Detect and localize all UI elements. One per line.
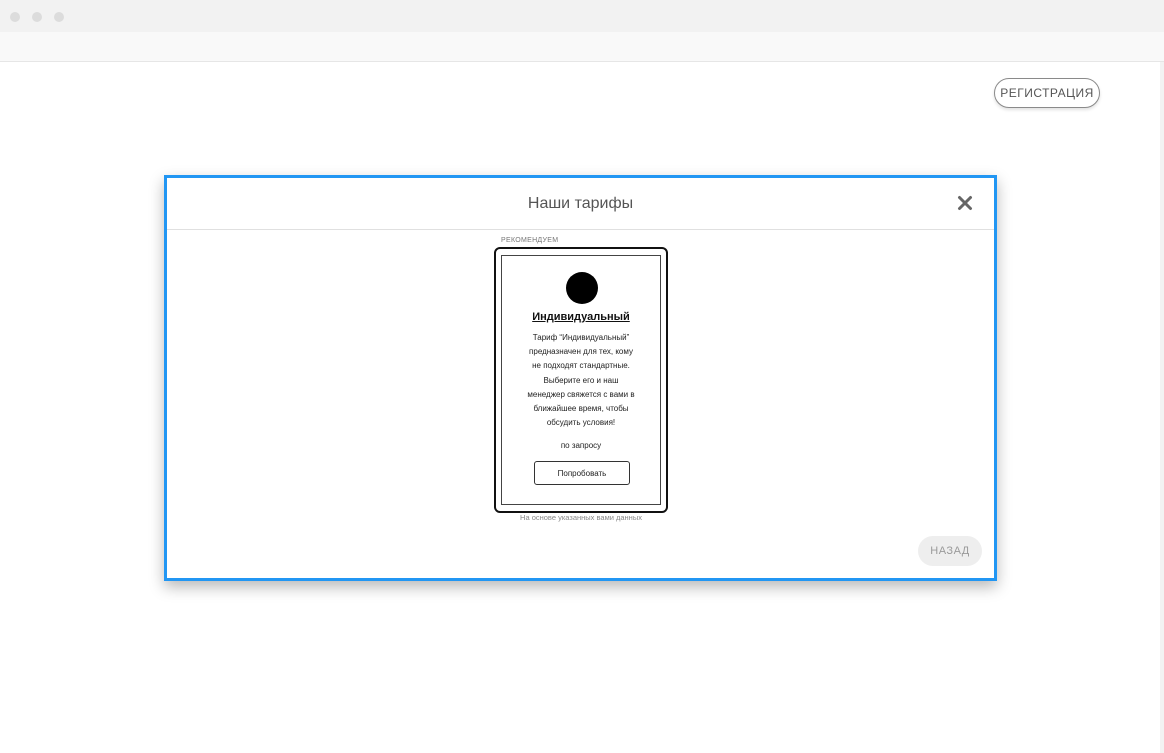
window-maximize-dot[interactable] bbox=[54, 12, 64, 22]
tariff-avatar-icon bbox=[566, 272, 598, 304]
tariff-card-inner: Индивидуальный Тариф “Индивидуальный” пр… bbox=[501, 255, 661, 505]
tariff-price: по запросу bbox=[560, 441, 602, 450]
back-button[interactable]: НАЗАД bbox=[918, 536, 982, 566]
modal-header: Наши тарифы bbox=[167, 178, 994, 230]
browser-toolbar bbox=[0, 32, 1164, 62]
window-close-dot[interactable] bbox=[10, 12, 20, 22]
scrollbar[interactable] bbox=[1160, 62, 1164, 753]
basis-note: На основе указанных вами данных bbox=[520, 513, 642, 522]
tariff-description-line: не подходят стандартные. bbox=[532, 361, 630, 371]
recommend-label: РЕКОМЕНДУЕМ bbox=[501, 237, 559, 244]
tariff-description: Тариф “Индивидуальный” предназначен для … bbox=[512, 331, 650, 430]
tariff-card-individual[interactable]: Индивидуальный Тариф “Индивидуальный” пр… bbox=[494, 247, 668, 513]
tariff-name: Индивидуальный bbox=[532, 311, 630, 323]
tariff-description-line: ближайшее время, чтобы bbox=[533, 404, 629, 414]
tariff-description-line: предназначен для тех, кому bbox=[529, 347, 633, 357]
modal-title: Наши тарифы bbox=[527, 195, 634, 212]
tariff-description-line: обсудить условия! bbox=[546, 418, 616, 428]
try-button[interactable]: Попробовать bbox=[534, 461, 630, 485]
register-button[interactable]: РЕГИСТРАЦИЯ bbox=[994, 78, 1100, 108]
tariffs-modal: Наши тарифы РЕКОМЕНДУЕМ Индивидуальный Т… bbox=[164, 175, 997, 581]
window-titlebar bbox=[0, 0, 1164, 32]
window-minimize-dot[interactable] bbox=[32, 12, 42, 22]
tariff-description-line: Тариф “Индивидуальный” bbox=[532, 333, 630, 342]
close-icon[interactable] bbox=[956, 194, 974, 212]
tariff-description-line: менеджер свяжется с вами в bbox=[527, 389, 635, 399]
tariff-description-line: Выберите его и наш bbox=[543, 375, 619, 385]
